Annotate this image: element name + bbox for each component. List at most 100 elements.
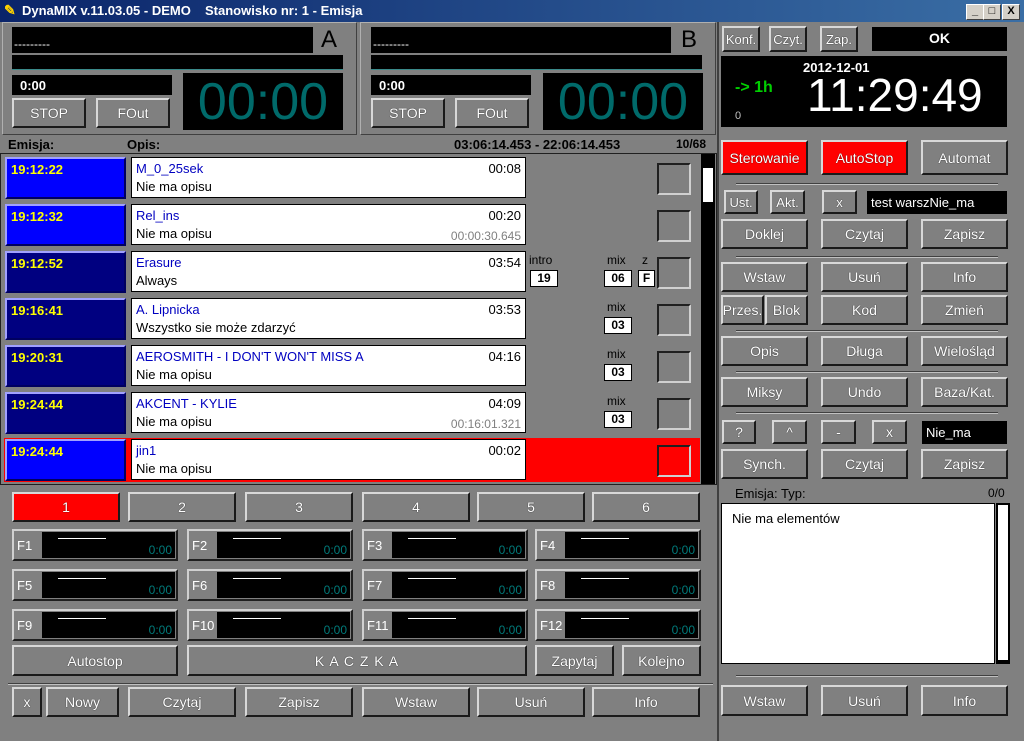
table-row[interactable]: 19:12:52 Erasure 03:54 Always intro 19 m… xyxy=(4,250,700,294)
row-marker-box[interactable] xyxy=(657,445,691,477)
table-row-active[interactable]: 19:24:44 jin1 00:02 Nie ma opisu xyxy=(4,438,700,482)
kolejno-button[interactable]: Kolejno xyxy=(622,645,701,676)
x-button[interactable]: x xyxy=(12,687,42,717)
miksy-button[interactable]: Miksy xyxy=(721,377,808,407)
row-duration: 03:54 xyxy=(488,255,521,270)
table-row[interactable]: 19:24:44 AKCENT - KYLIE 04:09 Nie ma opi… xyxy=(4,391,700,435)
usun-button[interactable]: Usuń xyxy=(477,687,585,717)
undo-button[interactable]: Undo xyxy=(821,377,908,407)
table-row[interactable]: 19:12:22 M_0_25sek 00:08 Nie ma opisu xyxy=(4,156,700,200)
wstaw-right-button[interactable]: Wstaw xyxy=(721,262,808,292)
zapisz2-button[interactable]: Zapisz xyxy=(921,449,1008,479)
minimize-button[interactable]: _ xyxy=(966,4,984,20)
czytaj2-button[interactable]: Czytaj xyxy=(821,449,908,479)
fkey-f9[interactable]: F9 0:00 xyxy=(12,609,178,641)
mix-value: 06 xyxy=(604,270,632,287)
autostop-toggle-button[interactable]: AutoStop xyxy=(821,140,908,175)
opis-button[interactable]: Opis xyxy=(721,336,808,366)
row-marker-box[interactable] xyxy=(657,398,691,430)
move-up-button[interactable]: ^ xyxy=(772,420,807,444)
player-b-fout-button[interactable]: FOut xyxy=(455,98,529,128)
fkey-f7[interactable]: F7 0:00 xyxy=(362,569,528,601)
fkey-f8[interactable]: F8 0:00 xyxy=(535,569,701,601)
maximize-button[interactable]: □ xyxy=(983,4,1001,20)
fkey-f2[interactable]: F2 0:00 xyxy=(187,529,353,561)
player-a-stop-button[interactable]: STOP xyxy=(12,98,86,128)
page-tab-6[interactable]: 6 xyxy=(592,492,700,522)
page-tab-5[interactable]: 5 xyxy=(477,492,585,522)
wieloslad-button[interactable]: Wielośląd xyxy=(921,336,1008,366)
table-row[interactable]: 19:12:32 Rel_ins 00:20 Nie ma opisu 00:0… xyxy=(4,203,700,247)
synch-button[interactable]: Synch. xyxy=(721,449,808,479)
zapisz-right-button[interactable]: Zapisz xyxy=(921,219,1008,249)
zmien-button[interactable]: Zmień xyxy=(921,295,1008,325)
row-marker-box[interactable] xyxy=(657,304,691,336)
usun-right-button[interactable]: Usuń xyxy=(821,262,908,292)
filter-field[interactable]: Nie_ma xyxy=(922,421,1007,444)
zap-button[interactable]: Zap. xyxy=(820,26,858,52)
table-row[interactable]: 19:20:31 AEROSMITH - I DON'T WON'T MISS … xyxy=(4,344,700,388)
fkey-label: F11 xyxy=(367,618,389,633)
info-right-button[interactable]: Info xyxy=(921,262,1008,292)
player-a-fout-button[interactable]: FOut xyxy=(96,98,170,128)
z-label: z xyxy=(642,253,648,267)
x-delete-button[interactable]: x xyxy=(872,420,907,444)
czyt-button[interactable]: Czyt. xyxy=(769,26,807,52)
minus-button[interactable]: - xyxy=(821,420,856,444)
player-b-stop-button[interactable]: STOP xyxy=(371,98,445,128)
baza-kat-button[interactable]: Baza/Kat. xyxy=(921,377,1008,407)
x-clear-button[interactable]: x xyxy=(822,190,857,214)
player-a-track: --------- xyxy=(12,27,313,53)
table-row[interactable]: 19:16:41 A. Lipnicka 03:53 Wszystko sie … xyxy=(4,297,700,341)
fkey-f11[interactable]: F11 0:00 xyxy=(362,609,528,641)
zapisz-button[interactable]: Zapisz xyxy=(245,687,353,717)
akt-button[interactable]: Akt. xyxy=(770,190,805,214)
autostop-button[interactable]: Autostop xyxy=(12,645,178,676)
sterowanie-button[interactable]: Sterowanie xyxy=(721,140,808,175)
row-marker-box[interactable] xyxy=(657,210,691,242)
czytaj-button[interactable]: Czytaj xyxy=(128,687,236,717)
emisja-scrollbar-thumb[interactable] xyxy=(998,505,1008,660)
fkey-f4[interactable]: F4 0:00 xyxy=(535,529,701,561)
playlist-range: 03:06:14.453 - 22:06:14.453 xyxy=(454,137,621,152)
kod-button[interactable]: Kod xyxy=(821,295,908,325)
fkey-f6[interactable]: F6 0:00 xyxy=(187,569,353,601)
wstaw-bottom-right-button[interactable]: Wstaw xyxy=(721,685,808,716)
doklej-button[interactable]: Doklej xyxy=(721,219,808,249)
page-tab-3[interactable]: 3 xyxy=(245,492,353,522)
zapytaj-button[interactable]: Zapytaj xyxy=(535,645,614,676)
info-button[interactable]: Info xyxy=(592,687,700,717)
przes-button[interactable]: Przes. xyxy=(721,295,764,325)
kaczka-button[interactable]: K A C Z K A xyxy=(187,645,527,676)
wstaw-button[interactable]: Wstaw xyxy=(362,687,470,717)
emisja-scrollbar[interactable] xyxy=(996,503,1010,664)
scrollbar-thumb[interactable] xyxy=(703,168,713,202)
ust-button[interactable]: Ust. xyxy=(724,190,758,214)
close-button[interactable]: X xyxy=(1002,4,1020,20)
help-button[interactable]: ? xyxy=(722,420,756,444)
page-tab-1[interactable]: 1 xyxy=(12,492,120,522)
fkey-f5[interactable]: F5 0:00 xyxy=(12,569,178,601)
fkey-f10[interactable]: F10 0:00 xyxy=(187,609,353,641)
dluga-button[interactable]: Długa xyxy=(821,336,908,366)
row-marker-box[interactable] xyxy=(657,163,691,195)
emisja-list[interactable]: Nie ma elementów xyxy=(721,503,995,664)
row-marker-box[interactable] xyxy=(657,257,691,289)
row-title: AEROSMITH - I DON'T WON'T MISS A xyxy=(136,349,364,364)
nowy-button[interactable]: Nowy xyxy=(46,687,119,717)
czytaj-right-button[interactable]: Czytaj xyxy=(821,219,908,249)
page-tab-4[interactable]: 4 xyxy=(362,492,470,522)
fkey-f3[interactable]: F3 0:00 xyxy=(362,529,528,561)
blok-button[interactable]: Blok xyxy=(765,295,808,325)
playlist-scrollbar[interactable] xyxy=(701,154,715,484)
divider xyxy=(736,256,998,258)
fkey-f12[interactable]: F12 0:00 xyxy=(535,609,701,641)
automat-button[interactable]: Automat xyxy=(921,140,1008,175)
fkey-f1[interactable]: F1 0:00 xyxy=(12,529,178,561)
info-bottom-right-button[interactable]: Info xyxy=(921,685,1008,716)
page-tab-2[interactable]: 2 xyxy=(128,492,236,522)
konf-button[interactable]: Konf. xyxy=(722,26,760,52)
track-field[interactable]: test warszNie_ma xyxy=(867,191,1007,214)
usun-bottom-right-button[interactable]: Usuń xyxy=(821,685,908,716)
row-marker-box[interactable] xyxy=(657,351,691,383)
